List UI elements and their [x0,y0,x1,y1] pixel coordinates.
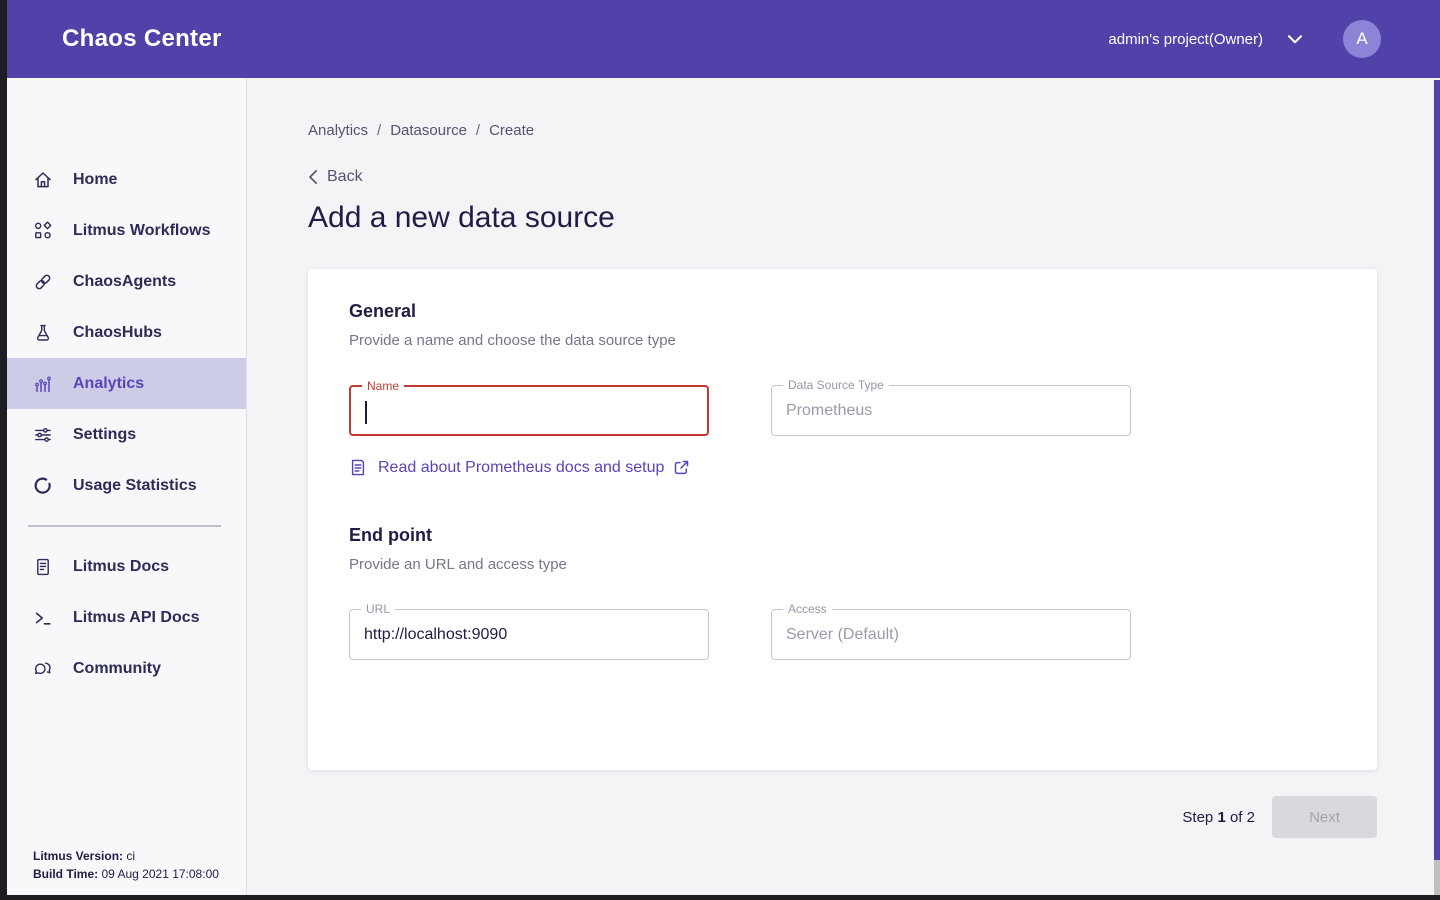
breadcrumb-separator: / [476,122,480,139]
sidebar-item-litmus-workflows[interactable]: Litmus Workflows [0,205,246,256]
sidebar-item-label: Usage Statistics [73,477,197,495]
step-current: 1 [1217,809,1225,826]
app-title: Chaos Center [62,25,222,53]
sidebar-item-chaoshubs[interactable]: ChaosHubs [0,307,246,358]
flask-icon [33,323,53,343]
sidebar-item-label: ChaosAgents [73,273,176,291]
general-subtitle: Provide a name and choose the data sourc… [349,332,1336,349]
document-icon [33,557,53,577]
name-input[interactable] [351,387,707,434]
endpoint-heading: End point [349,525,1336,546]
build-value: 09 Aug 2021 17:08:00 [101,867,218,881]
page-title: Add a new data source [308,201,1440,235]
usage-icon [33,476,53,496]
header-right: admin's project(Owner) A [1108,20,1381,58]
window-left-edge [0,0,7,900]
url-field: URL [349,609,709,660]
breadcrumb-create[interactable]: Create [489,122,534,139]
step-prefix: Step [1182,809,1213,826]
name-field-label: Name [362,380,404,393]
chat-bubbles-icon [33,659,53,679]
sidebar-item-analytics[interactable]: Analytics [0,358,246,409]
build-time-line: Build Time: 09 Aug 2021 17:08:00 [33,865,219,883]
back-label: Back [327,168,363,186]
external-link-icon [673,459,690,476]
general-section: General Provide a name and choose the da… [349,301,1336,477]
access-field-label: Access [783,603,832,616]
breadcrumb-separator: / [377,122,381,139]
sliders-icon [33,425,53,445]
app-header: Chaos Center admin's project(Owner) A [0,0,1440,78]
general-fields-row: Name Data Source Type [349,385,1336,436]
endpoint-section: End point Provide an URL and access type… [349,525,1336,660]
sidebar-item-community[interactable]: Community [0,643,246,694]
sidebar-item-label: Settings [73,426,136,444]
datasource-form-card: General Provide a name and choose the da… [308,269,1377,770]
sidebar-item-label: Community [73,660,161,678]
chevron-down-icon[interactable] [1287,34,1303,45]
sidebar-item-litmus-docs[interactable]: Litmus Docs [0,541,246,592]
url-field-label: URL [361,603,395,616]
main-content: Analytics / Datasource / Create Back Add… [247,78,1440,900]
window-bottom-edge [0,895,1440,900]
general-heading: General [349,301,1336,322]
build-label: Build Time: [33,867,98,881]
version-value: ci [126,849,135,863]
name-field: Name [349,385,709,436]
analytics-icon [33,374,53,394]
workflows-icon [33,221,53,241]
access-field: Access [771,609,1131,660]
sidebar-item-litmus-api-docs[interactable]: Litmus API Docs [0,592,246,643]
wizard-footer: Step 1 of 2 Next [308,796,1377,838]
scrollbar-thumb[interactable] [1434,80,1440,860]
version-info: Litmus Version: ci Build Time: 09 Aug 20… [33,847,219,883]
step-indicator: Step 1 of 2 [1182,809,1255,826]
avatar-letter: A [1356,29,1367,49]
sidebar-item-usage-statistics[interactable]: Usage Statistics [0,460,246,511]
breadcrumb-datasource[interactable]: Datasource [390,122,467,139]
home-icon [33,170,53,190]
app-body: Home Litmus Workflows [0,78,1440,900]
link-icon [33,272,53,292]
sidebar-divider [28,525,221,527]
sidebar-item-label: Litmus Workflows [73,222,211,240]
access-input [772,610,1130,659]
sidebar-item-label: Litmus API Docs [73,609,200,627]
sidebar: Home Litmus Workflows [0,78,247,900]
data-source-type-input [772,386,1130,435]
prometheus-docs-link[interactable]: Read about Prometheus docs and setup [349,458,690,477]
litmus-version-line: Litmus Version: ci [33,847,219,865]
data-source-type-field: Data Source Type [771,385,1131,436]
data-source-type-label: Data Source Type [783,379,889,392]
sidebar-item-label: Home [73,171,117,189]
chevron-left-icon [308,169,318,185]
endpoint-fields-row: URL Access [349,609,1336,660]
project-selector-label[interactable]: admin's project(Owner) [1108,31,1263,48]
avatar[interactable]: A [1343,20,1381,58]
page-scrollbar[interactable] [1434,80,1440,900]
sidebar-item-settings[interactable]: Settings [0,409,246,460]
breadcrumb-analytics[interactable]: Analytics [308,122,368,139]
terminal-icon [33,608,53,628]
sidebar-item-label: ChaosHubs [73,324,162,342]
back-button[interactable]: Back [308,168,363,186]
next-button[interactable]: Next [1272,796,1377,838]
sidebar-item-home[interactable]: Home [0,154,246,205]
sidebar-item-label: Litmus Docs [73,558,169,576]
sidebar-item-label: Analytics [73,375,144,393]
doc-page-icon [349,458,367,477]
version-label: Litmus Version: [33,849,123,863]
step-rest: of 2 [1230,809,1255,826]
endpoint-subtitle: Provide an URL and access type [349,556,1336,573]
breadcrumb: Analytics / Datasource / Create [308,78,1440,139]
sidebar-item-chaosagents[interactable]: ChaosAgents [0,256,246,307]
docs-link-label: Read about Prometheus docs and setup [378,459,664,477]
url-input[interactable] [350,610,708,659]
